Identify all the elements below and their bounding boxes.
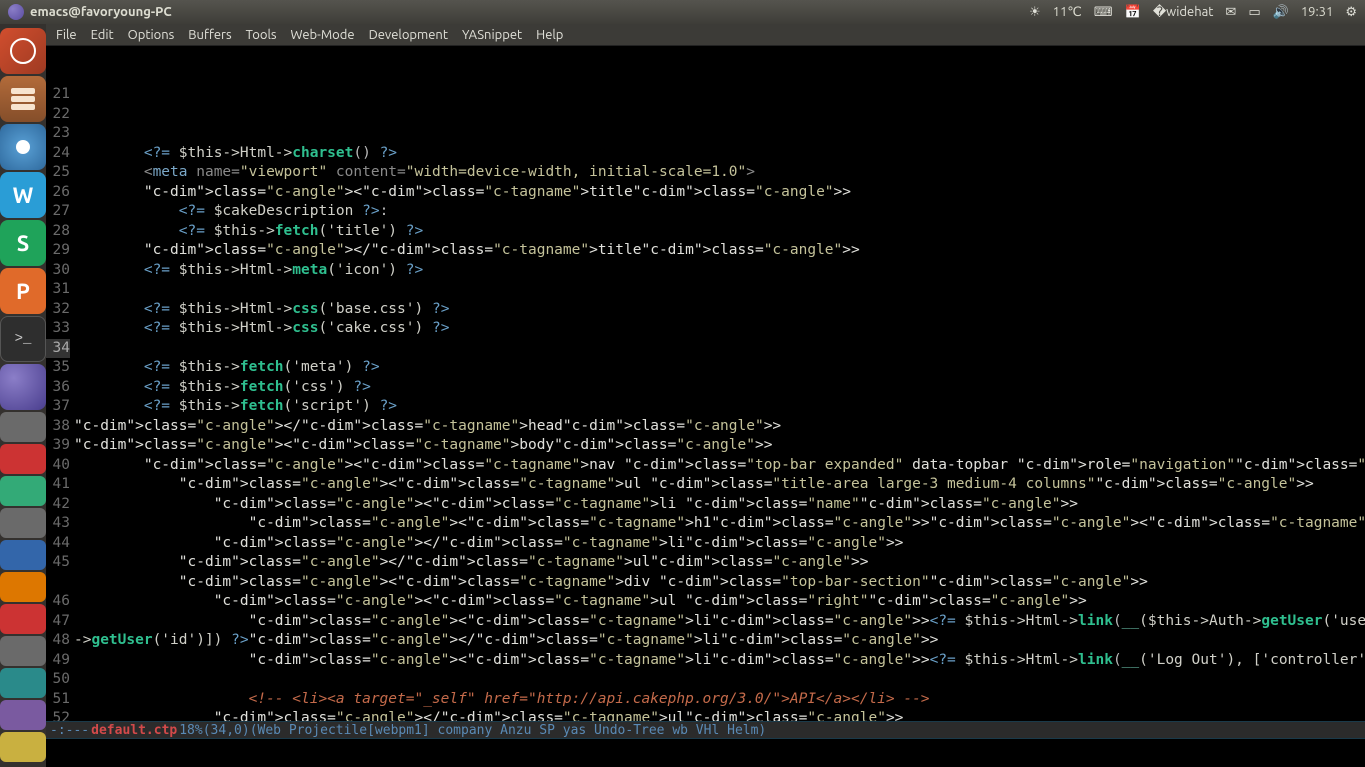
clock[interactable]: 19:31	[1301, 5, 1334, 19]
launcher-app-11[interactable]	[0, 732, 46, 762]
launcher-chromium[interactable]	[0, 124, 46, 170]
calendar-icon[interactable]: 📅	[1125, 5, 1141, 20]
wifi-icon[interactable]: �widehat	[1153, 5, 1214, 20]
launcher-dash[interactable]	[0, 28, 46, 74]
emacs-icon	[8, 4, 24, 20]
modeline-status: -:---	[50, 723, 89, 738]
launcher-wps-writer[interactable]: W	[0, 172, 46, 218]
modeline-position: (34,0)	[203, 723, 250, 738]
launcher-app-10[interactable]	[0, 700, 46, 730]
launcher-app-6[interactable]	[0, 572, 46, 602]
menu-file[interactable]: File	[56, 28, 77, 42]
emacs-window: File Edit Options Buffers Tools Web-Mode…	[46, 24, 1365, 767]
launcher-wps-spreadsheet[interactable]: S	[0, 220, 46, 266]
launcher-app-7[interactable]	[0, 604, 46, 634]
launcher-app-3[interactable]	[0, 476, 46, 506]
line-numbers: 2122232425262728293031323334353637383940…	[46, 85, 72, 721]
menu-development[interactable]: Development	[369, 28, 448, 42]
menu-help[interactable]: Help	[536, 28, 563, 42]
launcher-app-4[interactable]	[0, 508, 46, 538]
minibuffer[interactable]	[46, 739, 1365, 767]
mode-line: -:--- default.ctp 18% (34,0) (Web Projec…	[46, 721, 1365, 739]
battery-icon[interactable]: ▭	[1248, 5, 1260, 20]
menu-buffers[interactable]: Buffers	[188, 28, 231, 42]
launcher-app-8[interactable]	[0, 636, 46, 666]
weather-temp[interactable]: 11℃	[1053, 5, 1082, 20]
modeline-modes: (Web Projectile[webpm1] company Anzu SP …	[250, 723, 767, 738]
menu-yasnippet[interactable]: YASnippet	[462, 28, 522, 42]
launcher-app-2[interactable]	[0, 444, 46, 474]
launcher-app-5[interactable]	[0, 540, 46, 570]
unity-launcher: W S P	[0, 24, 46, 767]
mail-icon[interactable]: ✉	[1225, 5, 1236, 20]
launcher-files[interactable]	[0, 76, 46, 122]
editor-area[interactable]: 2122232425262728293031323334353637383940…	[46, 46, 1365, 721]
launcher-wps-presentation[interactable]: P	[0, 268, 46, 314]
menu-tools[interactable]: Tools	[246, 28, 277, 42]
keyboard-icon[interactable]: ⌨	[1094, 5, 1113, 20]
window-title: emacs@favoryoung-PC	[30, 5, 172, 19]
launcher-app-1[interactable]	[0, 412, 46, 442]
menu-edit[interactable]: Edit	[91, 28, 114, 42]
modeline-percent: 18%	[179, 723, 202, 738]
window-titlebar: emacs@favoryoung-PC ☀ 11℃ ⌨ 📅 �widehat ✉…	[0, 0, 1365, 24]
launcher-terminal[interactable]	[0, 316, 46, 362]
code-content[interactable]: <?= $this->Html->charset() ?> <meta name…	[74, 144, 1365, 722]
modeline-filename: default.ctp	[89, 723, 179, 738]
menu-options[interactable]: Options	[128, 28, 175, 42]
launcher-app-9[interactable]	[0, 668, 46, 698]
emacs-menubar: File Edit Options Buffers Tools Web-Mode…	[46, 24, 1365, 46]
menu-web-mode[interactable]: Web-Mode	[291, 28, 355, 42]
weather-icon[interactable]: ☀	[1029, 5, 1041, 20]
system-tray: ☀ 11℃ ⌨ 📅 �widehat ✉ ▭ 🔊 19:31 ⚙	[1029, 5, 1357, 20]
gear-icon[interactable]: ⚙	[1345, 5, 1357, 20]
launcher-emacs[interactable]	[0, 364, 46, 410]
volume-icon[interactable]: 🔊	[1273, 5, 1289, 20]
